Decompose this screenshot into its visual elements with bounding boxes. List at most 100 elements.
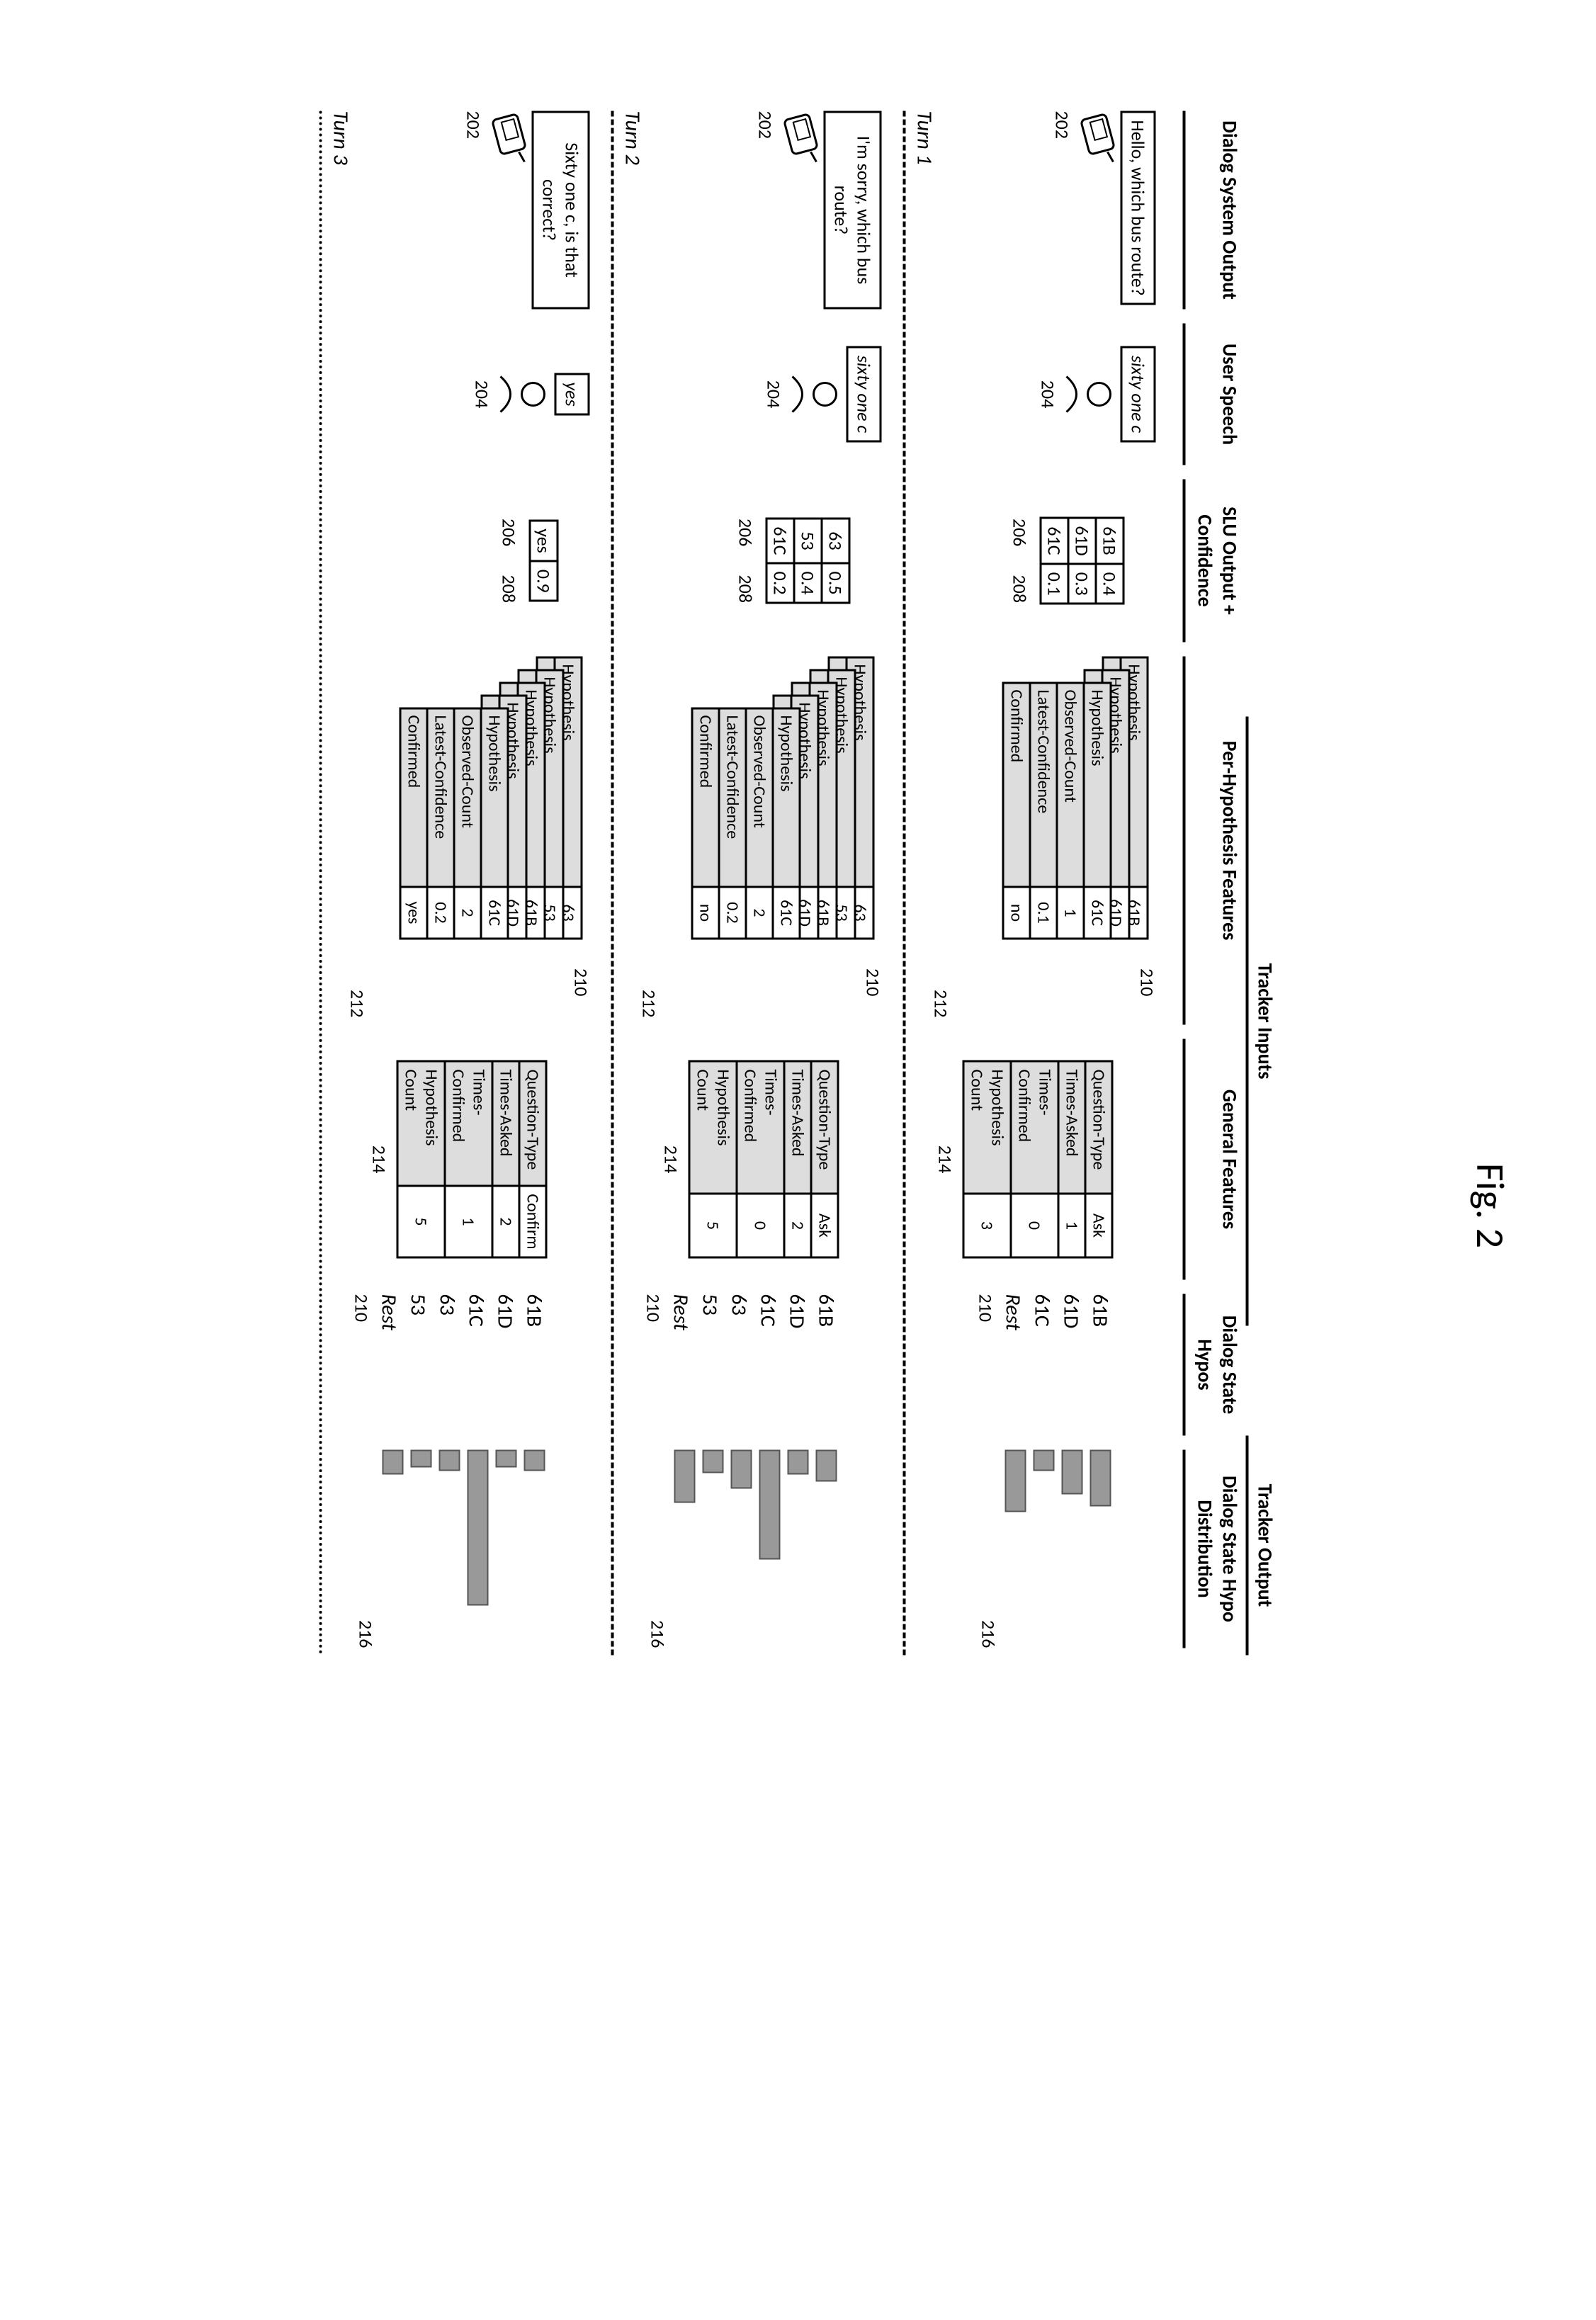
distribution-bar-row (728, 1450, 754, 1648)
gen-feature-value: 2 (492, 1186, 519, 1257)
distribution-bar-row (521, 1450, 547, 1648)
header-user-speech: User Speech (1182, 324, 1242, 465)
slu-hyp: 61C (1041, 518, 1068, 564)
distribution-bar (1033, 1450, 1054, 1471)
card-hyp-value: 61C (771, 888, 798, 938)
card-label-confidence: Latest-Confidence (1029, 684, 1055, 888)
person-icon (791, 370, 840, 419)
gen-feature-label: Times-Asked (492, 1061, 519, 1186)
gen-feature-value: 0 (737, 1194, 784, 1257)
distribution-bar-row (700, 1450, 725, 1648)
gen-feature-label: Hypothesis Count (397, 1061, 445, 1186)
hypothesis-card-front: Hypothesis61C Observed-Count2 Latest-Con… (399, 708, 509, 940)
card-confirmed-value: no (1004, 888, 1029, 938)
gen-feature-value: Confirm (519, 1186, 546, 1257)
hypo-label: 63 (725, 1294, 752, 1436)
distribution-bar (382, 1450, 403, 1475)
hypo-label: 61B (1087, 1294, 1113, 1436)
ref-206: 206 (1008, 519, 1031, 547)
distribution-bar (1090, 1450, 1111, 1507)
hypothesis-card-front: Hypothesis61C Observed-Count2 Latest-Con… (691, 708, 800, 940)
phone-icon (490, 111, 526, 168)
card-label-confirmed: Confirmed (401, 710, 426, 888)
gen-feature-label: Hypothesis Count (689, 1061, 737, 1194)
slu-conf: 0.5 (822, 563, 849, 603)
distribution-bar (815, 1450, 837, 1482)
hypo-label: 61C (754, 1294, 781, 1436)
ref-210-hypos: 210 (642, 1294, 664, 1436)
dialog-state-hypos-list: 61B61D61C6353Rest210 (350, 1294, 589, 1436)
header-slu-output: SLU Output + Confidence (1182, 480, 1242, 643)
system-prompt-bubble: I'm sorry, which bus route? (823, 111, 881, 310)
user-speech-bubble: yes (554, 373, 589, 415)
distribution-bar-row (1031, 1450, 1056, 1648)
hypo-label: Rest (375, 1294, 402, 1436)
card-obs-value: 1 (1055, 888, 1082, 938)
general-features-table: Question-TypeAskTimes-Asked1Times-Confir… (962, 1060, 1113, 1259)
ref-202: 202 (462, 111, 485, 140)
ref-208: 208 (734, 575, 757, 604)
card-confirmed-value: no (693, 888, 718, 938)
distribution-bar-row (1002, 1450, 1028, 1648)
card-label-hypothesis: Hypothesis (480, 710, 506, 888)
gen-feature-value: 0 (1011, 1194, 1058, 1257)
distribution-chart: 216 (934, 1450, 1155, 1648)
distribution-bar (674, 1450, 695, 1503)
distribution-bar (467, 1450, 488, 1606)
card-hyp-value: 61C (480, 888, 506, 938)
ref-216: 216 (646, 1450, 669, 1648)
slu-conf: 0.9 (530, 561, 558, 601)
distribution-bar-row (813, 1450, 839, 1648)
slu-conf: 0.2 (766, 563, 794, 603)
distribution-chart: 216 (350, 1450, 589, 1648)
gen-feature-value: 2 (784, 1194, 811, 1257)
ref-206: 206 (497, 519, 520, 547)
user-speech-bubble: sixty one c (846, 346, 881, 442)
card-conf-value: 0.2 (426, 888, 453, 938)
gen-feature-value: 5 (397, 1186, 445, 1257)
card-label-confidence: Latest-Confidence (718, 710, 745, 888)
distribution-bar (730, 1450, 752, 1489)
slu-output-table: yes0.9 (528, 519, 558, 601)
ref-214: 214 (660, 1145, 682, 1174)
general-features-table: Question-TypeConfirmTimes-Asked2Times-Co… (396, 1060, 547, 1259)
distribution-bar-row (1087, 1450, 1113, 1648)
hypo-label: 53 (404, 1294, 431, 1436)
distribution-bar (438, 1450, 460, 1471)
slu-conf: 0.4 (794, 563, 822, 603)
distribution-bar-row (408, 1450, 434, 1648)
ref-216: 216 (354, 1450, 377, 1648)
slu-conf: 0.1 (1041, 564, 1068, 604)
ref-210: 210 (1136, 968, 1158, 997)
turn-row: I'm sorry, which bus route?202sixty one … (611, 111, 902, 1656)
ref-212: 212 (929, 990, 952, 1018)
ref-210-hypos: 210 (974, 1294, 997, 1436)
gen-feature-value: 5 (689, 1194, 737, 1257)
header-dialog-state-hypos: Dialog State Hypos (1182, 1294, 1242, 1436)
card-label-hypothesis: Hypothesis (1082, 684, 1109, 888)
card-label-observed: Observed-Count (453, 710, 480, 888)
phone-icon (782, 111, 817, 168)
hypo-label: Rest (667, 1294, 694, 1436)
column-headers: Dialog System Output User Speech SLU Out… (1177, 111, 1242, 1656)
gen-feature-label: Times-Asked (784, 1061, 811, 1194)
system-prompt-bubble: Sixty one c, is that correct? (531, 111, 589, 310)
distribution-bar-row (672, 1450, 697, 1648)
distribution-bar-row (380, 1450, 405, 1648)
card-label-hypothesis: Hypothesis (771, 710, 798, 888)
gen-feature-label: Times-Asked (1058, 1061, 1085, 1194)
ref-212: 212 (638, 990, 660, 1018)
card-label-confidence: Latest-Confidence (426, 710, 453, 888)
ref-214: 214 (368, 1145, 390, 1174)
super-header-tracker-inputs: Tracker Inputs (1245, 717, 1277, 1326)
phone-icon (1079, 111, 1114, 168)
card-hyp-value: 61C (1082, 888, 1109, 938)
slu-hyp: 53 (794, 519, 822, 563)
distribution-bar (759, 1450, 780, 1560)
gen-feature-label: Question-Type (1085, 1061, 1112, 1194)
gen-feature-value: 1 (445, 1186, 492, 1257)
slu-hyp: yes (530, 521, 558, 562)
ref-204: 204 (1036, 380, 1059, 409)
card-label-confirmed: Confirmed (1004, 684, 1029, 888)
gen-feature-label: Hypothesis Count (963, 1061, 1011, 1194)
